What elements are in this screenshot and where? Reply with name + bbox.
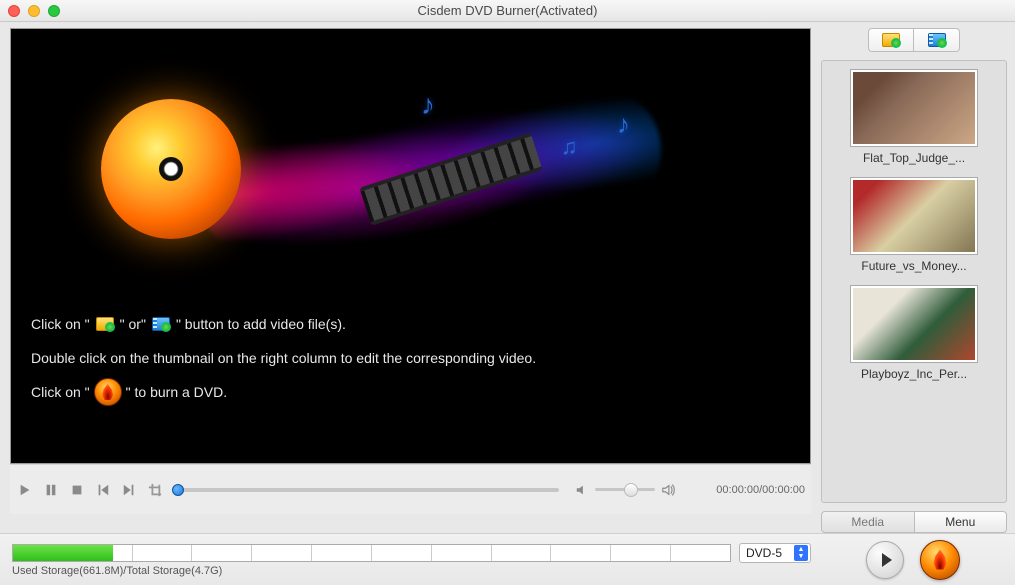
thumbnail-image <box>850 177 978 255</box>
burn-button[interactable] <box>920 540 960 580</box>
instruction-text: Click on " <box>31 375 90 409</box>
transport-controls: 00:00:00/00:00:00 <box>10 464 811 514</box>
side-panel: Flat_Top_Judge_... Future_vs_Money... Pl… <box>817 22 1015 533</box>
list-item[interactable]: Future_vs_Money... <box>830 177 998 273</box>
storage-label: Used Storage(661.8M)/Total Storage(4.7G) <box>12 565 811 577</box>
list-item[interactable]: Playboyz_Inc_Per... <box>830 285 998 381</box>
thumbnail-image <box>850 69 978 147</box>
dvd-type-value: DVD-5 <box>746 546 782 560</box>
folder-add-icon <box>882 33 900 47</box>
instruction-text: Click on " <box>31 307 90 341</box>
preview-area: ♪ ♫ ♪ Click on " " or" " button to add v… <box>10 28 811 464</box>
preview-play-button[interactable] <box>866 541 904 579</box>
titlebar: Cisdem DVD Burner(Activated) <box>0 0 1015 22</box>
thumbnail-image <box>850 285 978 363</box>
video-add-icon <box>928 33 946 47</box>
instruction-text: " or" <box>120 307 146 341</box>
play-icon <box>882 553 892 567</box>
volume-down-button[interactable] <box>573 481 591 499</box>
list-item[interactable]: Flat_Top_Judge_... <box>830 69 998 165</box>
add-folder-button[interactable] <box>868 28 914 52</box>
video-add-icon <box>150 315 172 333</box>
music-note-icon: ♪ <box>617 109 630 140</box>
burn-icon <box>94 378 122 406</box>
splash-graphic: ♪ ♫ ♪ <box>61 49 760 279</box>
flame-icon <box>933 550 947 570</box>
prev-button[interactable] <box>94 481 112 499</box>
volume-slider[interactable] <box>595 488 655 491</box>
music-note-icon: ♪ <box>421 89 435 121</box>
play-button[interactable] <box>16 481 34 499</box>
folder-add-icon <box>94 315 116 333</box>
thumbnail-label: Future_vs_Money... <box>848 259 980 273</box>
storage-fill <box>13 545 113 561</box>
volume-up-button[interactable] <box>659 481 677 499</box>
footer-bar: DVD-5 ▲▼ Used Storage(661.8M)/Total Stor… <box>0 533 1015 585</box>
add-video-button[interactable] <box>914 28 960 52</box>
thumbnail-label: Flat_Top_Judge_... <box>848 151 980 165</box>
instruction-text: Double click on the thumbnail on the rig… <box>31 341 536 375</box>
storage-bar <box>12 544 731 562</box>
next-button[interactable] <box>120 481 138 499</box>
seek-slider[interactable] <box>178 488 559 492</box>
stop-button[interactable] <box>68 481 86 499</box>
window-title: Cisdem DVD Burner(Activated) <box>0 3 1015 18</box>
chevron-up-down-icon: ▲▼ <box>794 545 808 561</box>
timecode-display: 00:00:00/00:00:00 <box>685 484 805 496</box>
dvd-type-select[interactable]: DVD-5 ▲▼ <box>739 543 811 563</box>
tab-media[interactable]: Media <box>821 511 915 533</box>
instruction-text: " button to add video file(s). <box>176 307 346 341</box>
instructions-text: Click on " " or" " button to add video f… <box>31 307 536 409</box>
music-note-icon: ♫ <box>561 134 578 160</box>
crop-button[interactable] <box>146 481 164 499</box>
thumbnail-label: Playboyz_Inc_Per... <box>848 367 980 381</box>
main-panel: ♪ ♫ ♪ Click on " " or" " button to add v… <box>0 22 817 533</box>
tab-menu[interactable]: Menu <box>915 511 1008 533</box>
instruction-text: " to burn a DVD. <box>126 375 227 409</box>
thumbnail-list: Flat_Top_Judge_... Future_vs_Money... Pl… <box>821 60 1007 503</box>
pause-button[interactable] <box>42 481 60 499</box>
